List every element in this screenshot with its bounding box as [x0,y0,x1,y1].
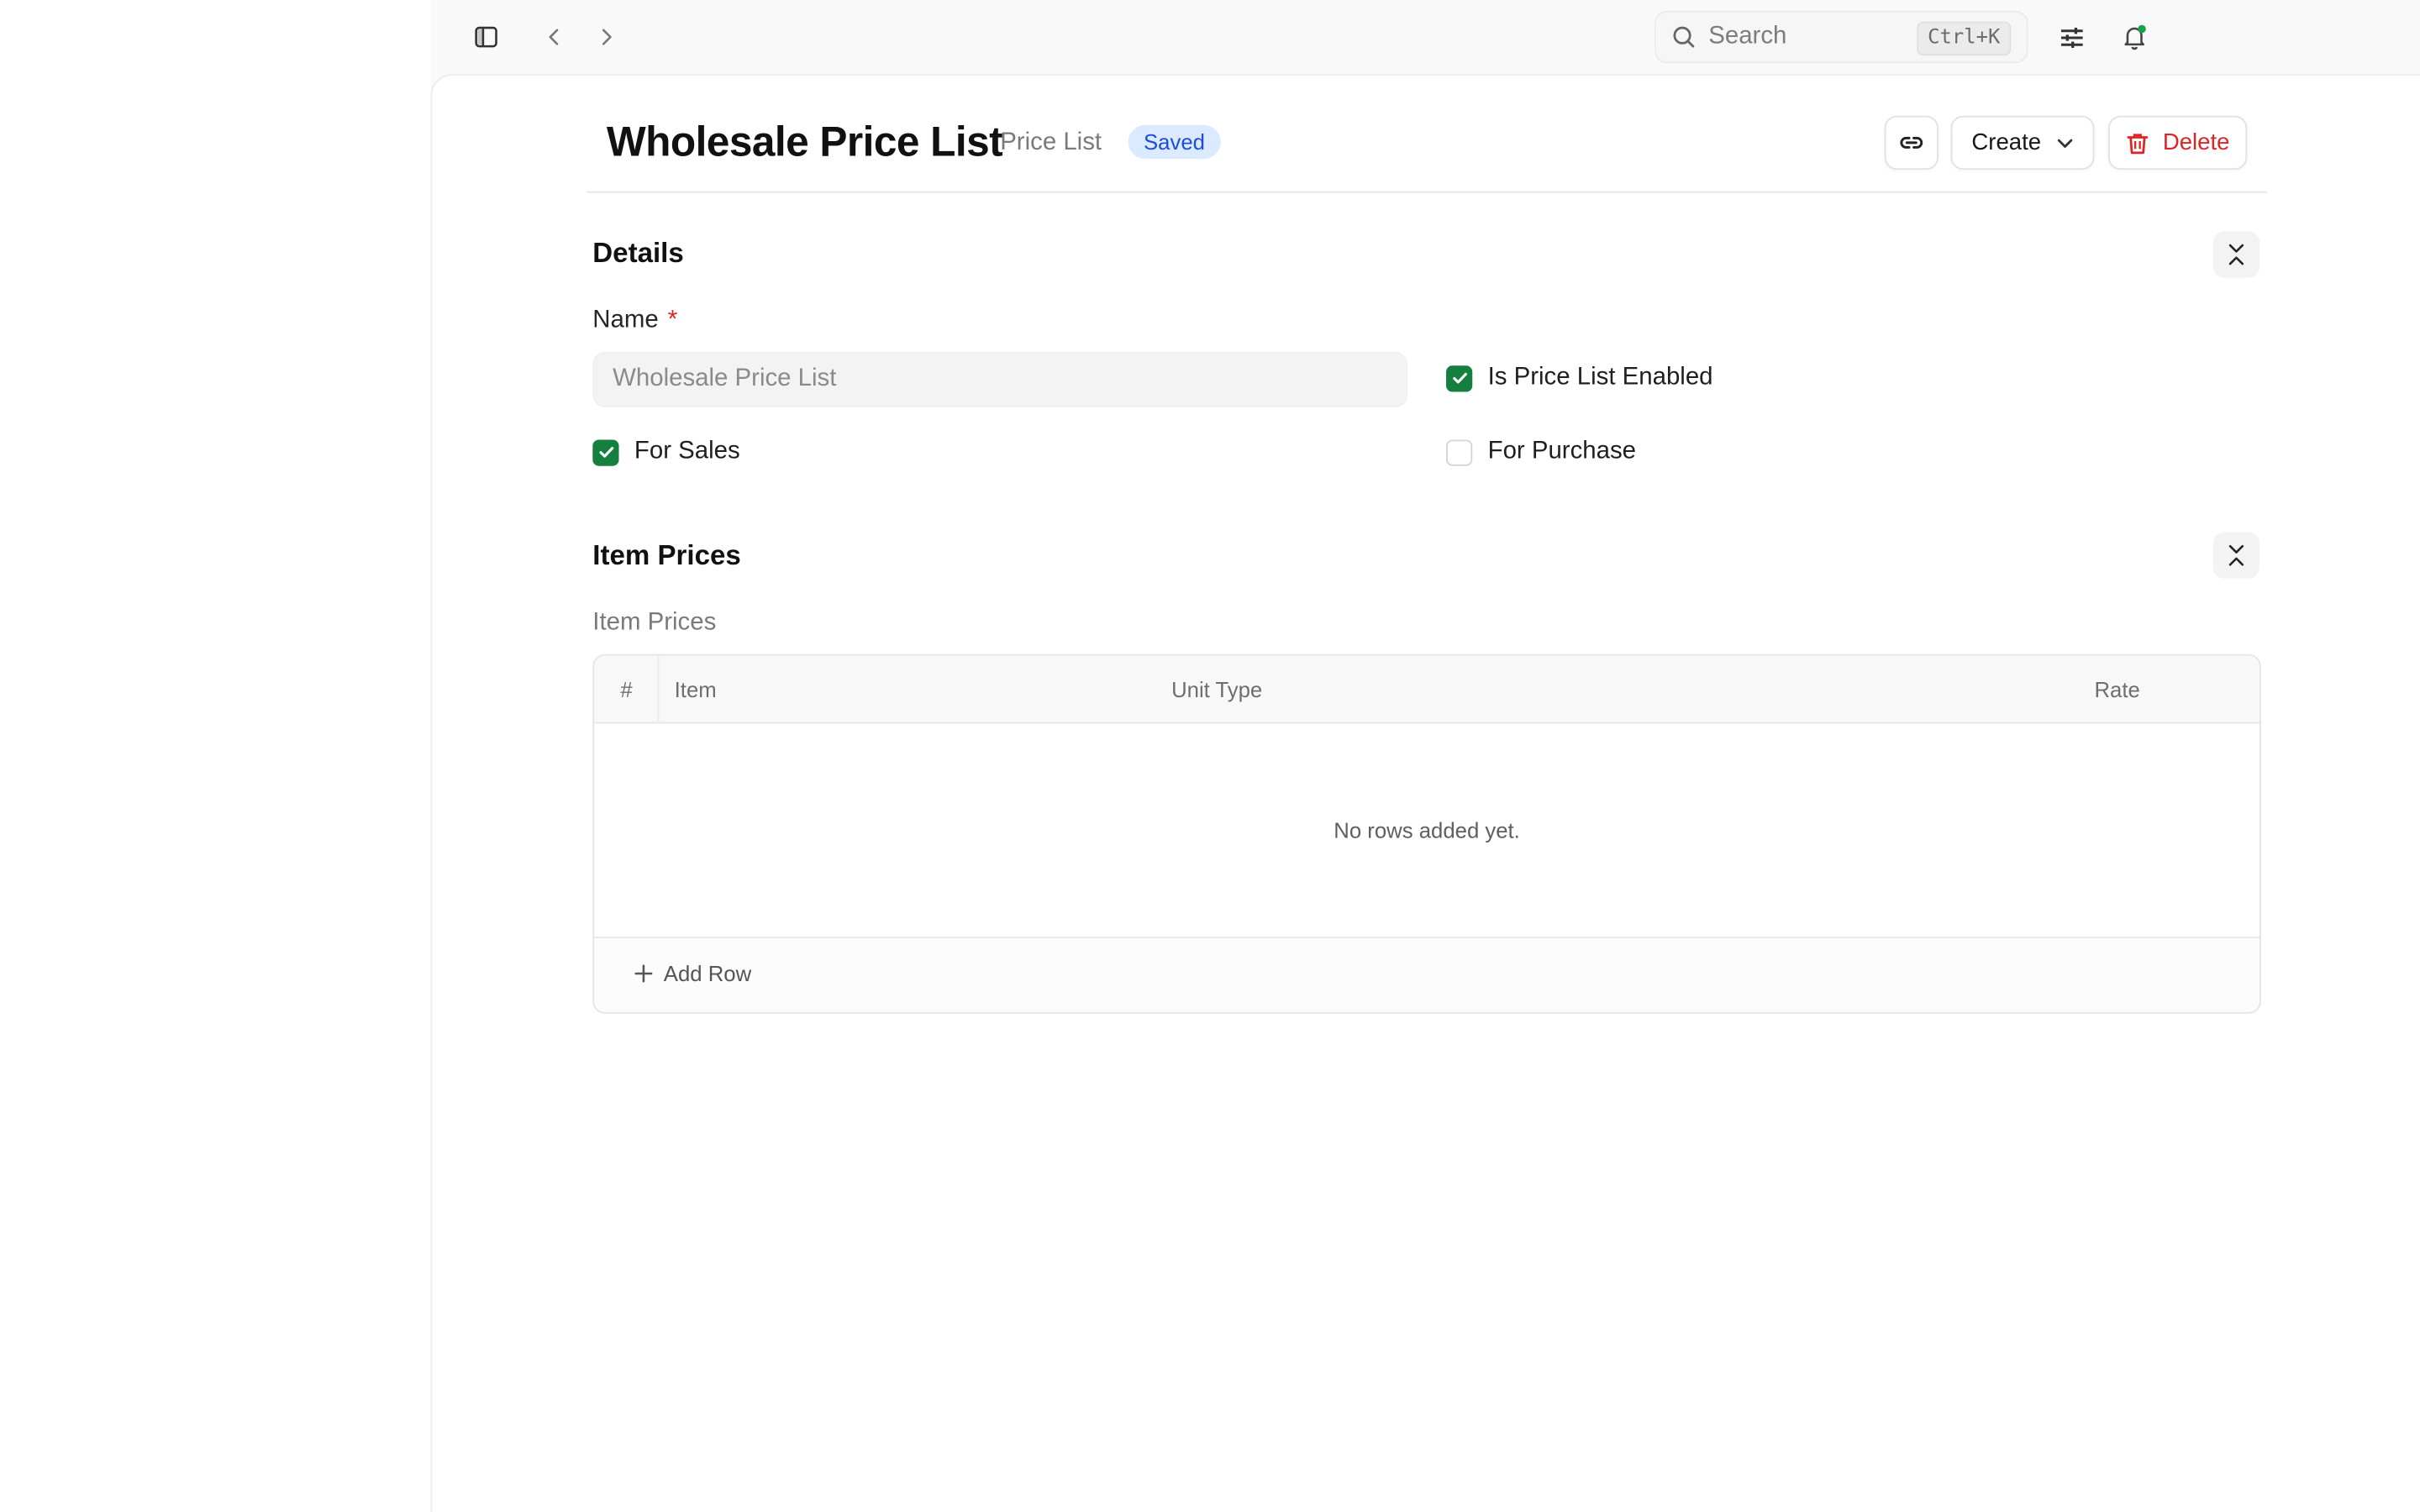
name-label-text: Name [592,307,659,333]
checkbox-checked[interactable] [592,438,619,465]
toggle-sidebar-button[interactable] [471,22,502,53]
item-prices-section-title: Item Prices [592,539,741,571]
column-header-rate: Rate [2094,677,2140,702]
link-icon [1900,136,1923,149]
checkbox-checked[interactable] [1446,365,1473,391]
plus-icon [634,964,653,983]
notifications-button[interactable] [2116,18,2153,55]
chevron-right-icon [602,29,612,45]
column-header-item: Item [674,677,717,702]
collapse-icon [2228,244,2244,265]
bell-icon [2124,24,2146,50]
sidebar-panel-icon [475,26,497,48]
chevron-left-icon [549,29,559,45]
name-field[interactable]: Wholesale Price List [592,351,1408,407]
table-footer: Add Row [594,936,2260,1012]
top-bar: Search Ctrl+K [430,0,2420,75]
column-header-unit-type: Unit Type [1171,677,1263,702]
copy-link-button[interactable] [1884,115,1939,171]
page-title: Wholesale Price List [606,118,1003,165]
trash-icon [2128,133,2149,154]
sliders-icon [2060,27,2082,48]
status-badge: Saved [1128,124,1221,160]
checkmark-icon [1452,372,1466,384]
item-prices-collapse-button[interactable] [2212,532,2260,579]
doctype-label: Price List [1000,129,1102,156]
for-purchase-label: For Purchase [1487,438,1637,465]
delete-button-label: Delete [2162,129,2230,156]
empty-table-message: No rows added yet. [1334,817,1520,843]
add-row-button[interactable]: Add Row [634,961,752,986]
column-divider [657,655,660,724]
back-button[interactable] [539,22,570,53]
page-header: Wholesale Price List Price List Saved Cr… [586,76,2268,193]
table-header: # Item Unit Type Rate [594,655,2260,724]
search-shortcut-hint: Ctrl+K [1917,21,2012,56]
is-price-list-enabled-checkbox[interactable]: Is Price List Enabled [1446,364,1713,391]
name-field-label: Name * [592,307,677,335]
for-purchase-checkbox[interactable]: For Purchase [1446,438,1636,466]
item-prices-table-label: Item Prices [592,609,717,636]
item-prices-table: # Item Unit Type Rate No rows added yet.… [592,654,2261,1014]
chevron-down-icon [2056,138,2072,147]
collapsed-sidebar-area [0,0,431,1512]
search-icon [1673,26,1695,48]
required-marker: * [667,307,678,333]
main-content: Wholesale Price List Price List Saved Cr… [430,74,2420,1512]
search-placeholder: Search [1708,23,1787,50]
is-price-list-enabled-label: Is Price List Enabled [1487,364,1713,391]
for-sales-checkbox[interactable]: For Sales [592,438,740,466]
details-collapse-button[interactable] [2212,231,2260,278]
for-sales-label: For Sales [634,438,740,465]
collapse-icon [2228,544,2244,566]
checkbox-unchecked[interactable] [1446,438,1473,465]
checkmark-icon [598,447,613,458]
create-button[interactable]: Create [1950,115,2095,171]
delete-button[interactable]: Delete [2107,115,2248,171]
create-button-label: Create [1971,129,2042,156]
column-header-index: # [620,677,633,702]
filters-button[interactable] [2054,20,2088,54]
details-section-title: Details [592,237,684,269]
search-input[interactable]: Search Ctrl+K [1654,10,2028,64]
app-window: Search Ctrl+K Wholesale Price List Price… [0,0,2420,1512]
add-row-label: Add Row [663,961,752,986]
forward-button[interactable] [591,22,622,53]
